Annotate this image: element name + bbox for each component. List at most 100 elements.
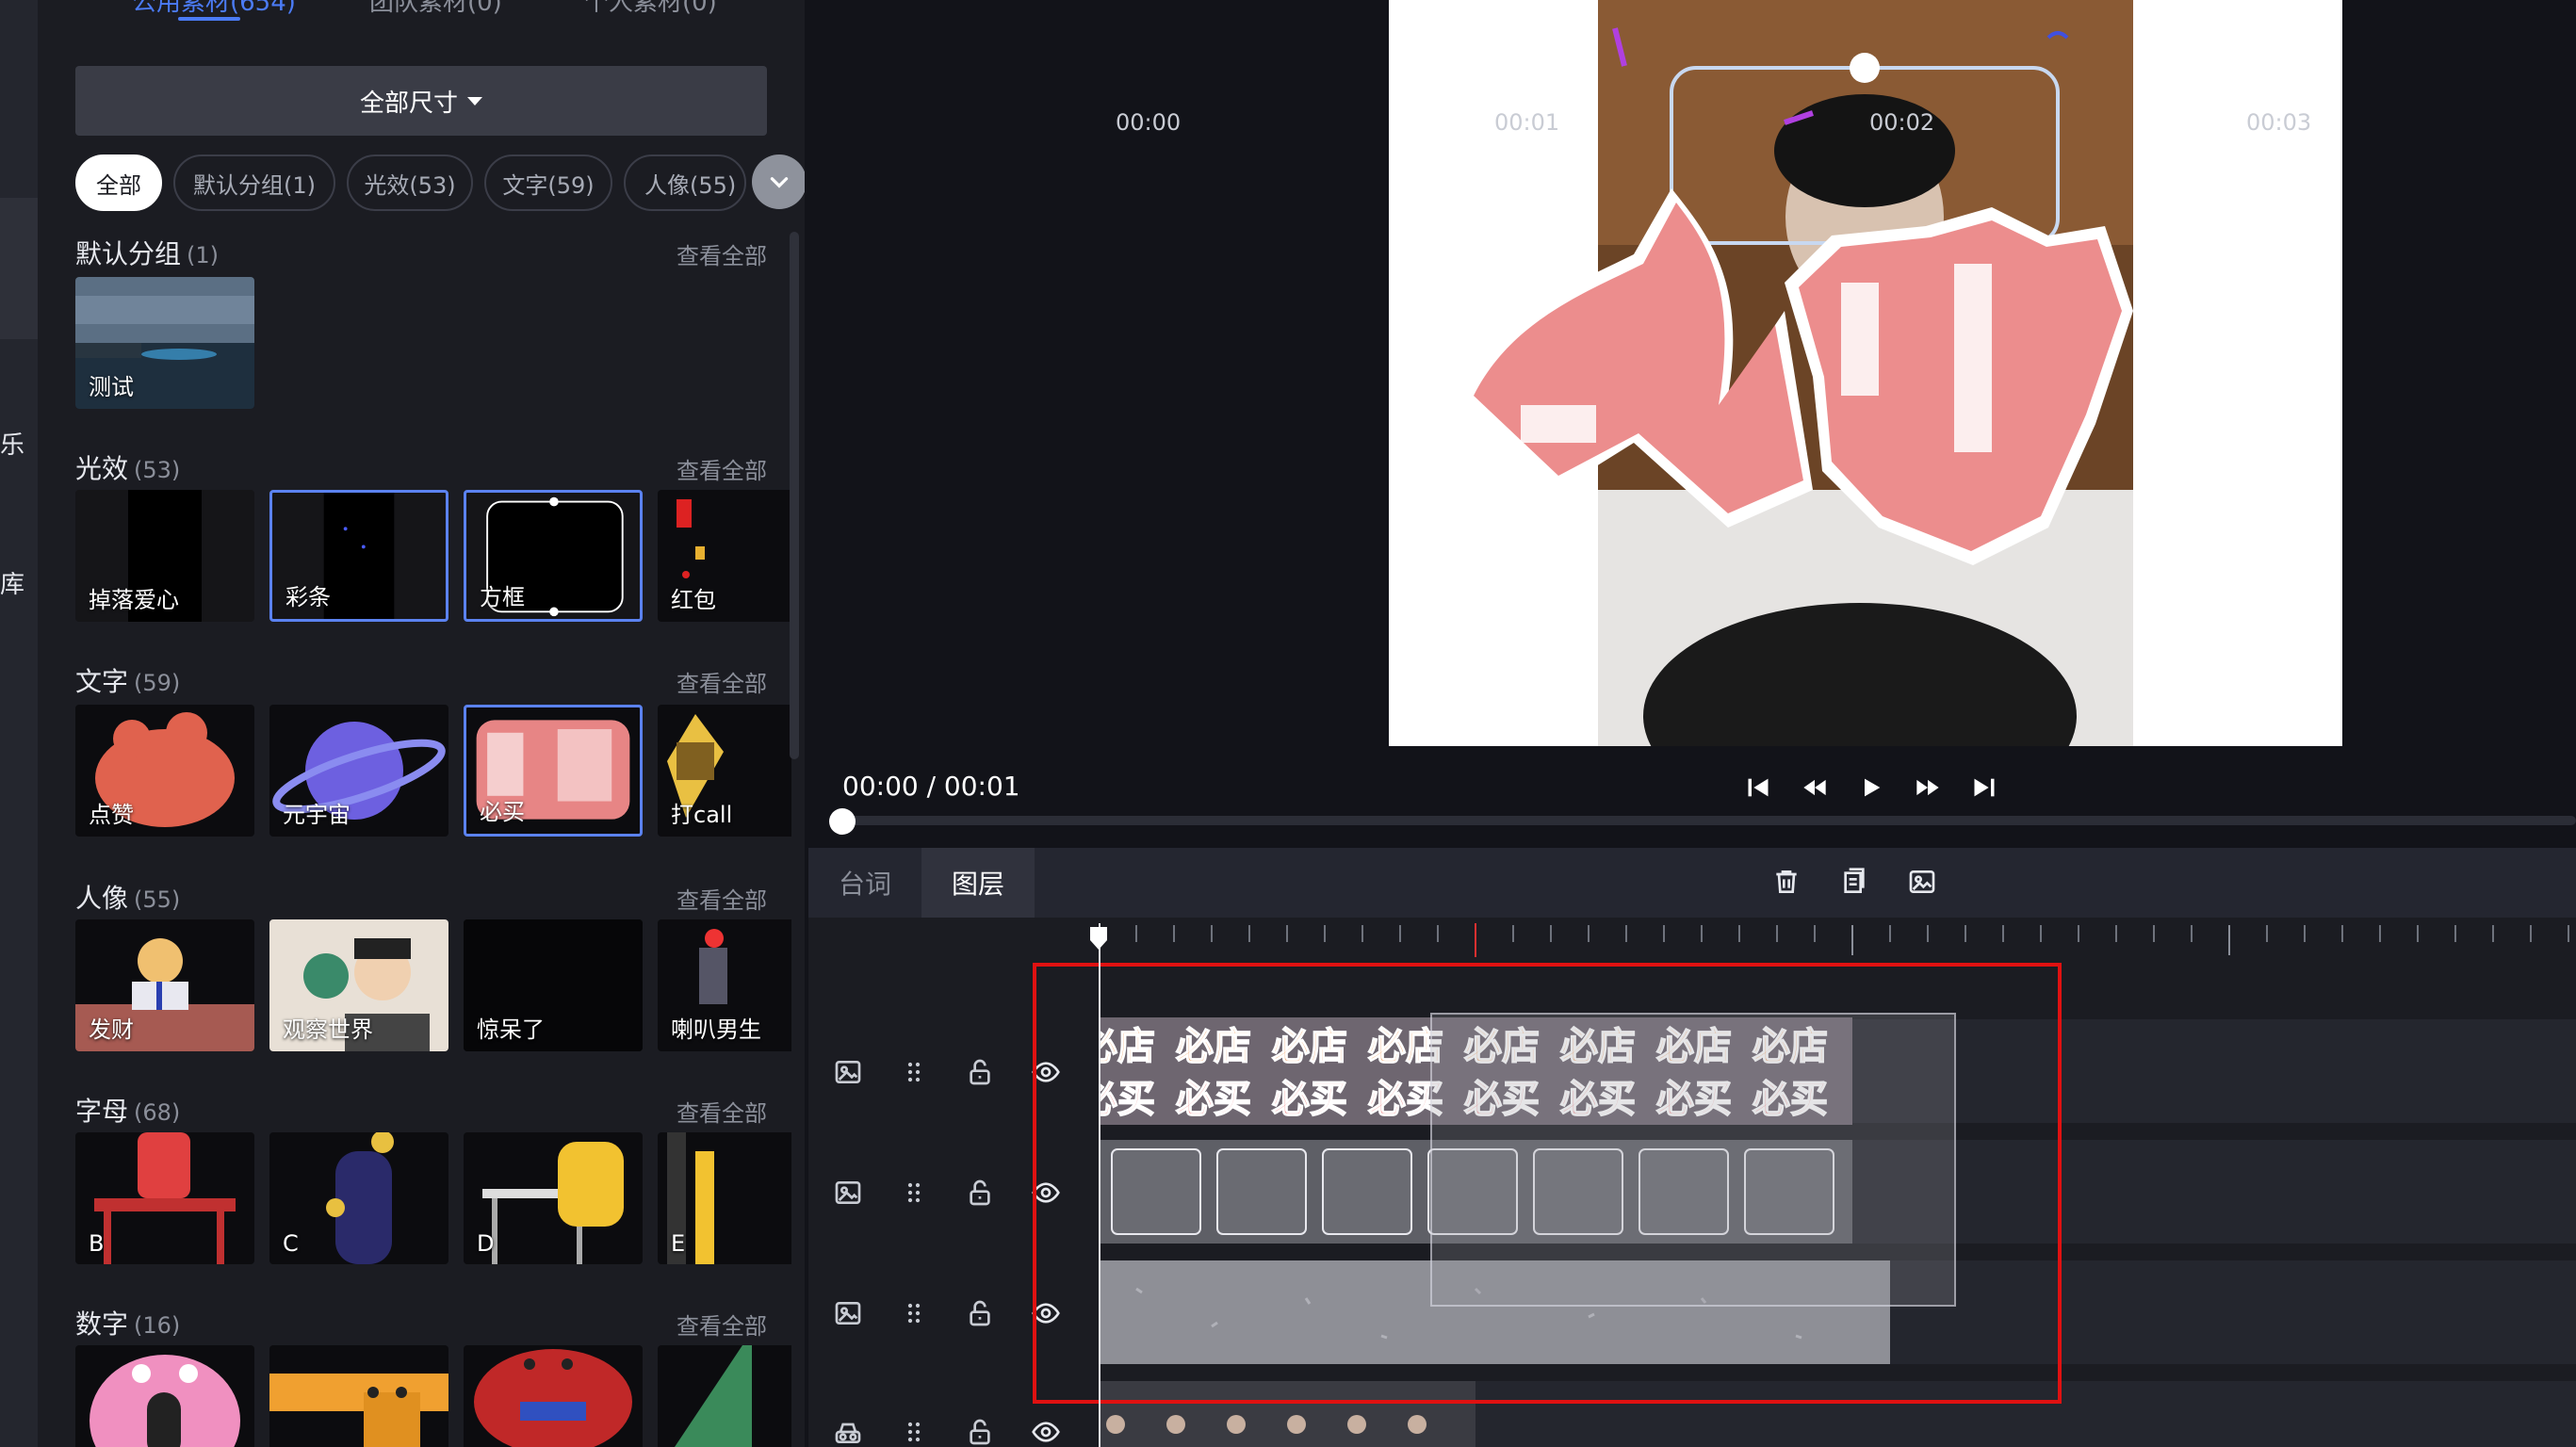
material-thumb[interactable]: 惊呆了 — [464, 919, 643, 1051]
size-filter-label: 全部尺寸 — [359, 89, 458, 118]
material-thumb[interactable]: 发财 — [75, 919, 254, 1051]
play-icon[interactable] — [1856, 772, 1886, 803]
material-thumb[interactable]: 元宇宙 — [269, 705, 448, 837]
thumb-caption: 喇叭男生 — [671, 1016, 761, 1043]
number-four-cartoon-image — [675, 1345, 752, 1447]
active-tab-underline — [178, 17, 240, 21]
material-thumb[interactable]: 喇叭男生 — [658, 919, 791, 1051]
thumb-caption: 打call — [671, 802, 733, 828]
section-row-letters: B C D E — [75, 1132, 791, 1264]
section-count: (16) — [134, 1312, 181, 1339]
category-filter-bar: 全部 默认分组(1) 光效(53) 文字(59) 人像(55) — [75, 154, 805, 211]
filter-chip-text[interactable]: 文字(59) — [484, 154, 612, 211]
library-scrollbar[interactable] — [790, 232, 799, 759]
material-thumb[interactable]: D — [464, 1132, 643, 1264]
tab-personal-materials[interactable]: 个人素材(0) — [584, 0, 717, 18]
material-thumb[interactable]: 测试 — [75, 277, 254, 409]
section-title: 数字 — [75, 1309, 129, 1340]
caret-down-icon — [467, 96, 482, 106]
drag-handle-icon[interactable] — [899, 1298, 929, 1328]
material-thumb[interactable]: C — [269, 1132, 448, 1264]
section-row-light: 掉落爱心 彩条 方框 红包 — [75, 490, 791, 622]
section-count: (68) — [134, 1099, 181, 1126]
material-thumb[interactable]: 打call — [658, 705, 791, 837]
unlock-icon[interactable] — [965, 1057, 995, 1087]
size-filter-dropdown[interactable]: 全部尺寸 — [75, 66, 767, 136]
drag-handle-icon[interactable] — [899, 1178, 929, 1208]
copy-icon[interactable] — [1839, 867, 1869, 897]
section-title: 光效 — [75, 453, 129, 484]
person-video-icon — [833, 1417, 863, 1447]
material-thumb[interactable]: 观察世界 — [269, 919, 448, 1051]
number-zero-cartoon-image — [90, 1355, 240, 1447]
preview-progress-knob[interactable] — [829, 808, 856, 835]
filter-chip-light[interactable]: 光效(53) — [347, 154, 473, 211]
fast-forward-icon[interactable] — [1913, 772, 1943, 803]
tab-public-materials[interactable]: 公用素材(654) — [132, 0, 296, 18]
material-thumb[interactable]: 必买 — [464, 705, 643, 837]
thumb-caption: 惊呆了 — [477, 1016, 545, 1043]
drag-handle-icon[interactable] — [899, 1057, 929, 1087]
chevron-down-icon[interactable] — [752, 154, 805, 209]
unlock-icon[interactable] — [965, 1298, 995, 1328]
view-all-link[interactable]: 查看全部 — [677, 882, 767, 915]
preview-progress-bar[interactable] — [842, 816, 2576, 825]
playhead-line[interactable] — [1099, 923, 1101, 1447]
rewind-icon[interactable] — [1800, 772, 1830, 803]
material-thumb[interactable] — [75, 1345, 254, 1447]
thumb-caption: 彩条 — [285, 584, 331, 610]
ruler-label: 00:00 — [1116, 109, 1182, 136]
view-all-link[interactable]: 查看全部 — [677, 1308, 767, 1341]
time-cursor-marker — [1475, 923, 1476, 957]
eye-icon[interactable] — [1031, 1417, 1061, 1447]
view-all-link[interactable]: 查看全部 — [677, 1095, 767, 1128]
rail-item-library[interactable]: 库 — [0, 565, 24, 600]
material-thumb[interactable]: 掉落爱心 — [75, 490, 254, 622]
image-replace-icon[interactable] — [1907, 867, 1937, 897]
tab-lines[interactable]: 台词 — [808, 848, 921, 918]
material-thumb[interactable] — [464, 1345, 643, 1447]
section-row-text: 点赞 元宇宙 必买 打call — [75, 705, 791, 837]
playhead-knob[interactable] — [1088, 925, 1109, 951]
library-tabs: 公用素材(654) 团队素材(0) 个人素材(0) — [38, 0, 805, 36]
ruler-label: 00:01 — [1494, 109, 1560, 136]
trash-icon[interactable] — [1771, 867, 1802, 897]
section-count: (59) — [134, 670, 181, 696]
unlock-icon[interactable] — [965, 1417, 995, 1447]
section-count: (1) — [187, 242, 220, 268]
tab-layers[interactable]: 图层 — [921, 848, 1035, 918]
view-all-link[interactable]: 查看全部 — [677, 237, 767, 270]
tab-team-materials[interactable]: 团队素材(0) — [369, 0, 502, 18]
image-icon — [833, 1178, 863, 1208]
view-all-link[interactable]: 查看全部 — [677, 452, 767, 485]
material-thumb[interactable]: 红包 — [658, 490, 791, 622]
material-thumb[interactable]: 彩条 — [269, 490, 448, 622]
unlock-icon[interactable] — [965, 1178, 995, 1208]
skip-to-end-icon[interactable] — [1969, 772, 1999, 803]
timeline-toolbar — [1771, 867, 1937, 897]
section-title: 文字 — [75, 666, 129, 697]
section-row-portrait: 发财 观察世界 惊呆了 喇叭男生 — [75, 919, 791, 1051]
section-header-portrait: 人像 (55) 查看全部 — [75, 878, 767, 916]
skip-to-start-icon[interactable] — [1743, 772, 1773, 803]
view-all-link[interactable]: 查看全部 — [677, 665, 767, 698]
filter-chip-default[interactable]: 默认分组(1) — [173, 154, 335, 211]
time-display: 00:00 / 00:01 — [842, 771, 1020, 802]
thumb-caption: 观察世界 — [283, 1016, 373, 1043]
image-icon — [833, 1298, 863, 1328]
material-thumb[interactable] — [269, 1345, 448, 1447]
thumb-caption: B — [89, 1230, 105, 1257]
material-thumb[interactable] — [658, 1345, 791, 1447]
material-thumb[interactable]: B — [75, 1132, 254, 1264]
drag-handle-icon[interactable] — [899, 1417, 929, 1447]
thumb-caption: 掉落爱心 — [89, 587, 179, 613]
section-header-light: 光效 (53) 查看全部 — [75, 448, 767, 486]
material-thumb[interactable]: 方框 — [464, 490, 643, 622]
filter-chip-all[interactable]: 全部 — [75, 154, 162, 211]
rail-item-music[interactable]: 乐 — [0, 426, 24, 461]
ruler-label: 00:02 — [1869, 109, 1935, 136]
material-thumb[interactable]: E — [658, 1132, 791, 1264]
material-thumb[interactable]: 点赞 — [75, 705, 254, 837]
filter-chip-portrait[interactable]: 人像(55) — [624, 154, 746, 211]
section-title: 默认分组 — [75, 238, 182, 269]
